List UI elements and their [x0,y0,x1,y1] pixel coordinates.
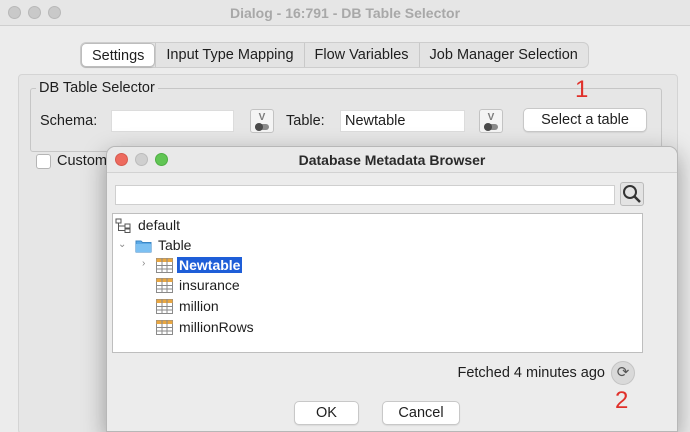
search-input[interactable] [115,185,615,205]
table-label: Table: [286,113,325,129]
tree-item-million[interactable]: million [156,297,221,316]
metadata-tree[interactable]: default ⌄ Table › Newtable insurance mil… [112,213,643,353]
table-icon [156,299,173,314]
tab-flow-variables[interactable]: Flow Variables [303,43,419,67]
browser-title: Database Metadata Browser [298,152,486,168]
table-icon [156,278,173,293]
tree-folder-table[interactable]: Table [135,236,193,255]
table-field[interactable]: Newtable [340,110,465,132]
tree-item-millionrows[interactable]: millionRows [156,318,256,337]
tab-settings[interactable]: Settings [81,43,156,67]
refresh-button[interactable]: ⟳ [611,361,635,385]
tree-item-newtable[interactable]: Newtable [156,256,243,275]
table-icon [156,258,173,273]
fetched-status: Fetched 4 minutes ago [457,365,605,381]
refresh-icon: ⟳ [616,364,630,381]
chevron-right-icon[interactable]: › [142,258,145,269]
flow-variable-icon: V [487,112,495,123]
chevron-down-icon[interactable]: ⌄ [118,239,126,250]
flow-variable-icon: V [258,112,266,123]
window-title: Dialog - 16:791 - DB Table Selector [229,5,461,21]
schema-flow-variable-button[interactable]: V [250,109,274,133]
schema-label: Schema: [40,113,98,129]
ok-button[interactable]: OK [294,401,359,425]
search-icon [623,185,641,203]
schema-field[interactable] [111,110,234,132]
annotation-2: 2 [615,387,629,414]
annotation-1: 1 [575,76,589,103]
browser-titlebar: Database Metadata Browser [107,147,677,173]
schema-icon [115,218,131,233]
tab-input-type-mapping[interactable]: Input Type Mapping [155,43,303,67]
custom-checkbox[interactable] [36,154,51,169]
database-metadata-browser-dialog: Database Metadata Browser default ⌄ Tabl… [106,146,678,432]
group-legend: DB Table Selector [36,80,158,96]
cancel-button[interactable]: Cancel [382,401,460,425]
select-table-button[interactable]: Select a table [523,108,647,132]
custom-checkbox-label: Custom [57,153,107,169]
table-flow-variable-button[interactable]: V [479,109,503,133]
folder-icon [135,240,152,253]
window-titlebar: Dialog - 16:791 - DB Table Selector [0,0,690,26]
tab-bar: Settings Input Type Mapping Flow Variabl… [80,42,589,68]
tree-item-insurance[interactable]: insurance [156,276,242,295]
tab-job-manager-selection[interactable]: Job Manager Selection [418,43,588,67]
tree-root-default[interactable]: default [115,216,182,235]
table-icon [156,320,173,335]
search-button[interactable] [620,182,644,206]
